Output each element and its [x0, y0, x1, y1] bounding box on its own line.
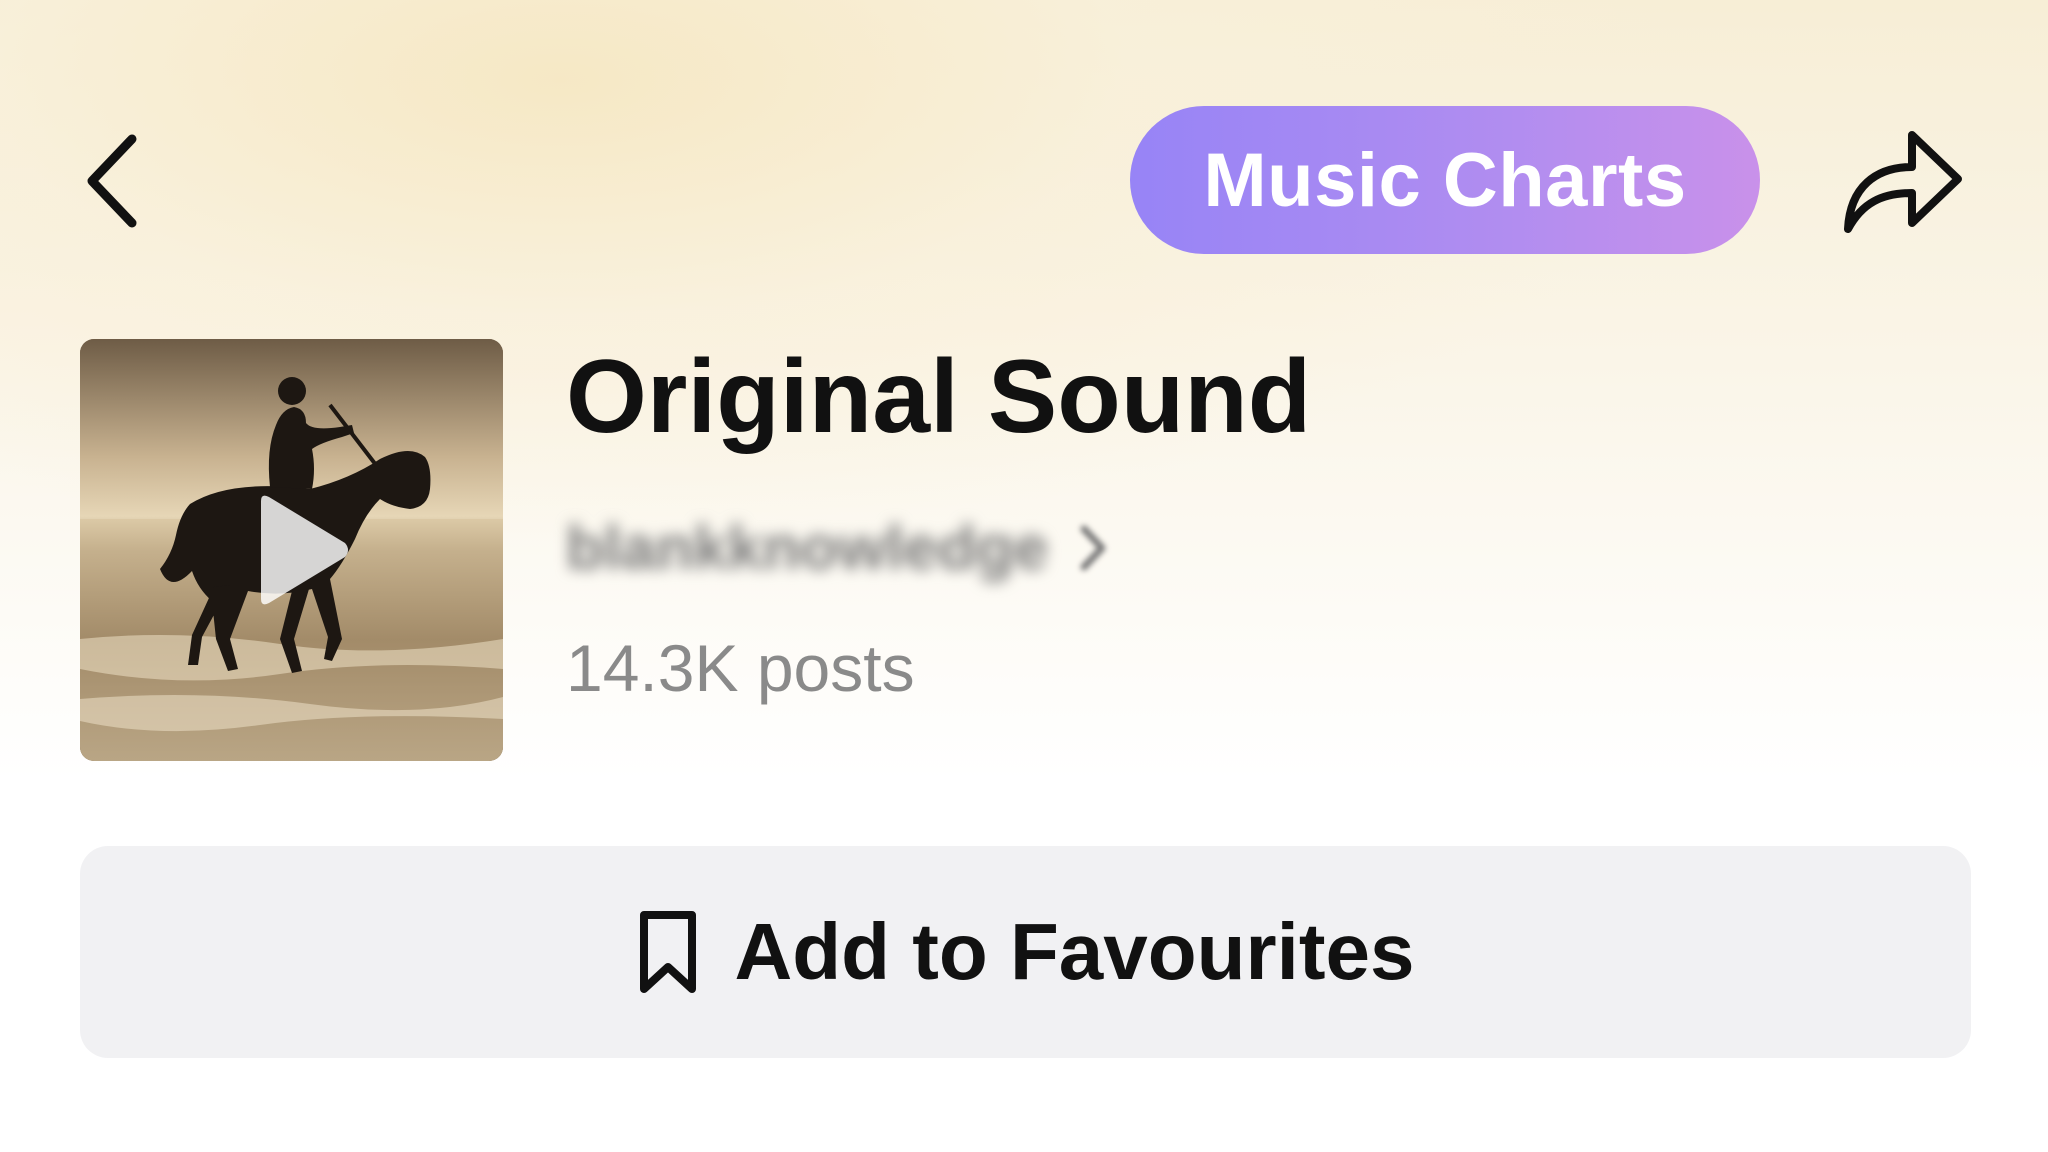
- back-button[interactable]: [72, 126, 152, 236]
- add-to-favourites-button[interactable]: Add to Favourites: [80, 846, 1971, 1058]
- author-link[interactable]: blankknowledge: [566, 508, 1108, 588]
- add-to-favourites-label: Add to Favourites: [734, 907, 1415, 996]
- chevron-right-icon: [1078, 523, 1108, 573]
- sound-title: Original Sound: [566, 339, 1312, 455]
- author-name: blankknowledge: [566, 513, 1049, 583]
- play-overlay: [80, 339, 503, 761]
- music-charts-button[interactable]: Music Charts: [1130, 106, 1760, 254]
- bookmark-icon: [640, 911, 697, 993]
- sound-cover[interactable]: [80, 339, 503, 761]
- play-icon: [260, 495, 348, 605]
- post-count: 14.3K posts: [566, 631, 915, 705]
- share-button[interactable]: [1838, 118, 1970, 242]
- share-arrow-icon: [1844, 131, 1962, 233]
- music-charts-label: Music Charts: [1203, 137, 1687, 223]
- chevron-left-icon: [87, 134, 137, 228]
